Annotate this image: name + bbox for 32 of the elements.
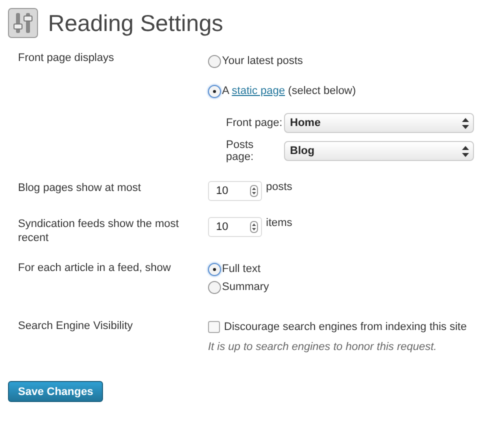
static-page-link[interactable]: static page <box>232 85 285 97</box>
option-label: Your latest posts <box>222 55 303 67</box>
radio-button[interactable] <box>208 54 221 68</box>
option-label: Summary <box>222 281 270 293</box>
page-select[interactable]: Blog <box>284 141 474 161</box>
radio-button[interactable] <box>208 280 221 294</box>
updown-icon <box>462 146 469 156</box>
option-label: Full text <box>222 263 261 275</box>
checkbox-label: Discourage search engines from indexing this site <box>224 321 467 333</box>
select-label: Posts page: <box>226 139 255 163</box>
radio-button[interactable] <box>208 84 221 98</box>
number-field[interactable]: 10 <box>208 181 262 201</box>
page-title: Reading Settings <box>48 10 224 36</box>
unit-label: items <box>266 217 292 229</box>
stepper-icon <box>250 221 258 233</box>
sliders-icon <box>8 8 38 38</box>
stepper-icon <box>250 185 258 197</box>
field-label: Syndication feeds show the most recent <box>18 217 180 243</box>
field-label: Search Engine Visibility <box>18 319 134 334</box>
field-label: Blog pages show at most <box>18 181 142 196</box>
updown-icon <box>462 118 469 128</box>
radio-button[interactable] <box>208 262 221 276</box>
help-text: It is up to search engines to honor this request. <box>208 341 438 353</box>
page-select[interactable]: Home <box>284 113 474 133</box>
option-label: A static page (select below) <box>222 85 356 97</box>
checkbox[interactable] <box>208 321 220 333</box>
select-label: Front page: <box>226 117 284 129</box>
number-field[interactable]: 10 <box>208 217 262 237</box>
save-button[interactable]: Save Changes <box>8 381 104 402</box>
unit-label: posts <box>266 181 292 193</box>
field-label: For each article in a feed, show <box>18 261 172 276</box>
field-label: Front page displays <box>18 51 115 66</box>
